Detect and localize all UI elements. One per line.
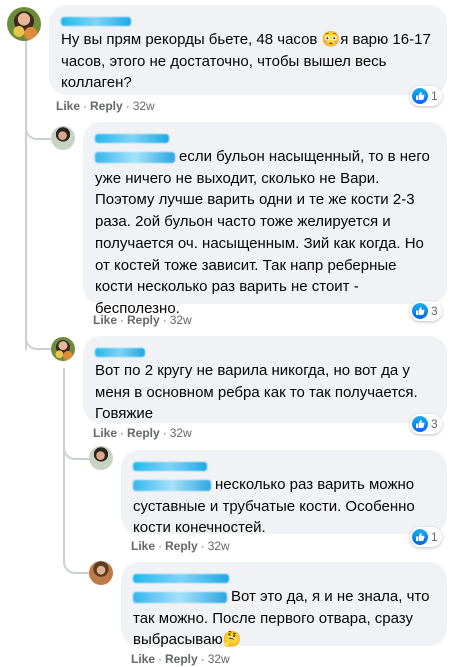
comment-author-redacted[interactable] bbox=[133, 570, 435, 586]
comment-time[interactable]: 32w bbox=[208, 652, 230, 666]
reaction-count-label: 1 bbox=[431, 89, 438, 103]
avatar[interactable] bbox=[51, 126, 75, 150]
comment-text: Вот это да, я и не знала, что так можно.… bbox=[133, 588, 430, 649]
thread-connector bbox=[25, 328, 51, 350]
comment-text: если бульон насыщенный, то в него уже ни… bbox=[95, 148, 430, 317]
comment-actions: Like · Reply · 32w bbox=[93, 426, 192, 440]
comment-text: несколько раз варить можно суставные и т… bbox=[133, 476, 415, 537]
mention-redacted[interactable] bbox=[133, 479, 211, 491]
comment-actions: Like · Reply · 32w bbox=[93, 313, 192, 327]
comment-bubble: если бульон насыщенный, то в него уже ни… bbox=[83, 122, 447, 317]
comment-actions: Like · Reply · 32w bbox=[131, 539, 230, 553]
comment-time[interactable]: 32w bbox=[170, 313, 192, 327]
reply-link[interactable]: Reply bbox=[90, 99, 123, 113]
comment-actions: Like · Reply · 32w bbox=[56, 99, 155, 113]
reply-link[interactable]: Reply bbox=[127, 313, 160, 327]
comment-bubble: несколько раз варить можно суставные и т… bbox=[121, 450, 447, 536]
avatar[interactable] bbox=[89, 446, 113, 470]
comment-bubble: Вот это да, я и не знала, что так можно.… bbox=[121, 562, 447, 648]
like-thumb-icon bbox=[412, 416, 428, 432]
comment-time[interactable]: 32w bbox=[133, 99, 155, 113]
comment-time[interactable]: 32w bbox=[208, 539, 230, 553]
like-thumb-icon bbox=[412, 88, 428, 104]
reaction-count[interactable]: 3 bbox=[410, 301, 442, 321]
reply-link[interactable]: Reply bbox=[165, 539, 198, 553]
comment-bubble: Ну вы прям рекорды бьете, 48 часов 😳я ва… bbox=[49, 5, 447, 95]
comment-actions: Like · Reply · 32w bbox=[131, 652, 230, 666]
reaction-count-label: 3 bbox=[431, 417, 438, 431]
thread-line-reply bbox=[63, 368, 65, 558]
like-link[interactable]: Like bbox=[56, 99, 80, 113]
like-link[interactable]: Like bbox=[93, 313, 117, 327]
reaction-count-label: 1 bbox=[431, 530, 438, 544]
like-link[interactable]: Like bbox=[131, 652, 155, 666]
like-link[interactable]: Like bbox=[131, 539, 155, 553]
mention-redacted[interactable] bbox=[133, 591, 227, 603]
reply-link[interactable]: Reply bbox=[165, 652, 198, 666]
reaction-count[interactable]: 1 bbox=[410, 527, 442, 547]
comment-author-redacted[interactable] bbox=[61, 13, 435, 29]
comment-author-redacted[interactable] bbox=[133, 458, 435, 474]
like-thumb-icon bbox=[412, 529, 428, 545]
comment-author-redacted[interactable] bbox=[95, 344, 435, 360]
thread-connector bbox=[25, 118, 51, 140]
like-thumb-icon bbox=[412, 303, 428, 319]
reaction-count[interactable]: 1 bbox=[410, 86, 442, 106]
avatar[interactable] bbox=[51, 337, 75, 361]
comment-text: Ну вы прям рекорды бьете, 48 часов 😳я ва… bbox=[61, 31, 431, 92]
avatar[interactable] bbox=[7, 7, 41, 41]
thread-line-main bbox=[25, 40, 27, 350]
reaction-count[interactable]: 3 bbox=[410, 414, 442, 434]
reply-link[interactable]: Reply bbox=[127, 426, 160, 440]
avatar[interactable] bbox=[89, 561, 113, 585]
mention-redacted[interactable] bbox=[95, 151, 175, 163]
comment-author-redacted[interactable] bbox=[95, 130, 435, 146]
thread-connector bbox=[63, 438, 89, 460]
comment-text: Вот по 2 кругу не варила никогда, но вот… bbox=[95, 362, 418, 423]
reaction-count-label: 3 bbox=[431, 304, 438, 318]
thread-connector bbox=[63, 552, 89, 574]
comment-bubble: Вот по 2 кругу не варила никогда, но вот… bbox=[83, 336, 447, 423]
like-link[interactable]: Like bbox=[93, 426, 117, 440]
comment-time[interactable]: 32w bbox=[170, 426, 192, 440]
